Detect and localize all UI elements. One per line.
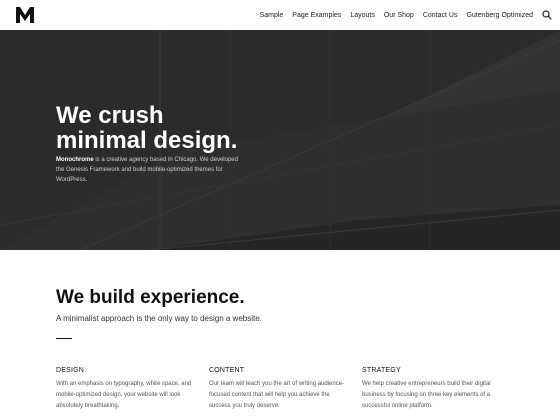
feature-column-strategy: STRATEGY We help creative entrepreneurs …	[362, 367, 502, 412]
section-divider	[56, 338, 72, 339]
brand-name: Monochrome	[56, 157, 94, 163]
nav-item-our-shop[interactable]: Our Shop	[384, 12, 414, 19]
feature-text: We help creative entrepreneurs build the…	[362, 381, 491, 409]
section-title: We build experience.	[56, 287, 245, 308]
nav-item-layouts[interactable]: Layouts	[350, 12, 375, 19]
primary-nav: Sample Page Examples Layouts Our Shop Co…	[251, 0, 552, 30]
site-header: Sample Page Examples Layouts Our Shop Co…	[0, 0, 560, 30]
feature-column-design: DESIGN With an emphasis on typography, w…	[56, 367, 196, 412]
feature-column-content: CONTENT Our team will teach you the art …	[209, 367, 349, 412]
hero-title: We crush minimal design.	[56, 102, 238, 154]
feature-title: STRATEGY	[362, 367, 401, 374]
nav-item-contact-us[interactable]: Contact Us	[423, 12, 458, 19]
hero-section: We crush minimal design. Monochrome is a…	[0, 30, 560, 250]
nav-item-page-examples[interactable]: Page Examples	[292, 12, 341, 19]
section-subtitle: A minimalist approach is the only way to…	[56, 314, 262, 323]
feature-text: Our team will teach you the art of writi…	[209, 381, 345, 409]
search-icon[interactable]	[542, 10, 552, 20]
feature-text: With an emphasis on typography, white sp…	[56, 381, 192, 409]
site-logo[interactable]	[16, 7, 34, 23]
hero-description: Monochrome is a creative agency based in…	[56, 155, 246, 185]
nav-item-gutenberg-optimized[interactable]: Gutenberg Optimized	[466, 12, 533, 19]
nav-item-sample[interactable]: Sample	[260, 12, 284, 19]
feature-title: CONTENT	[209, 367, 245, 374]
feature-title: DESIGN	[56, 367, 85, 374]
